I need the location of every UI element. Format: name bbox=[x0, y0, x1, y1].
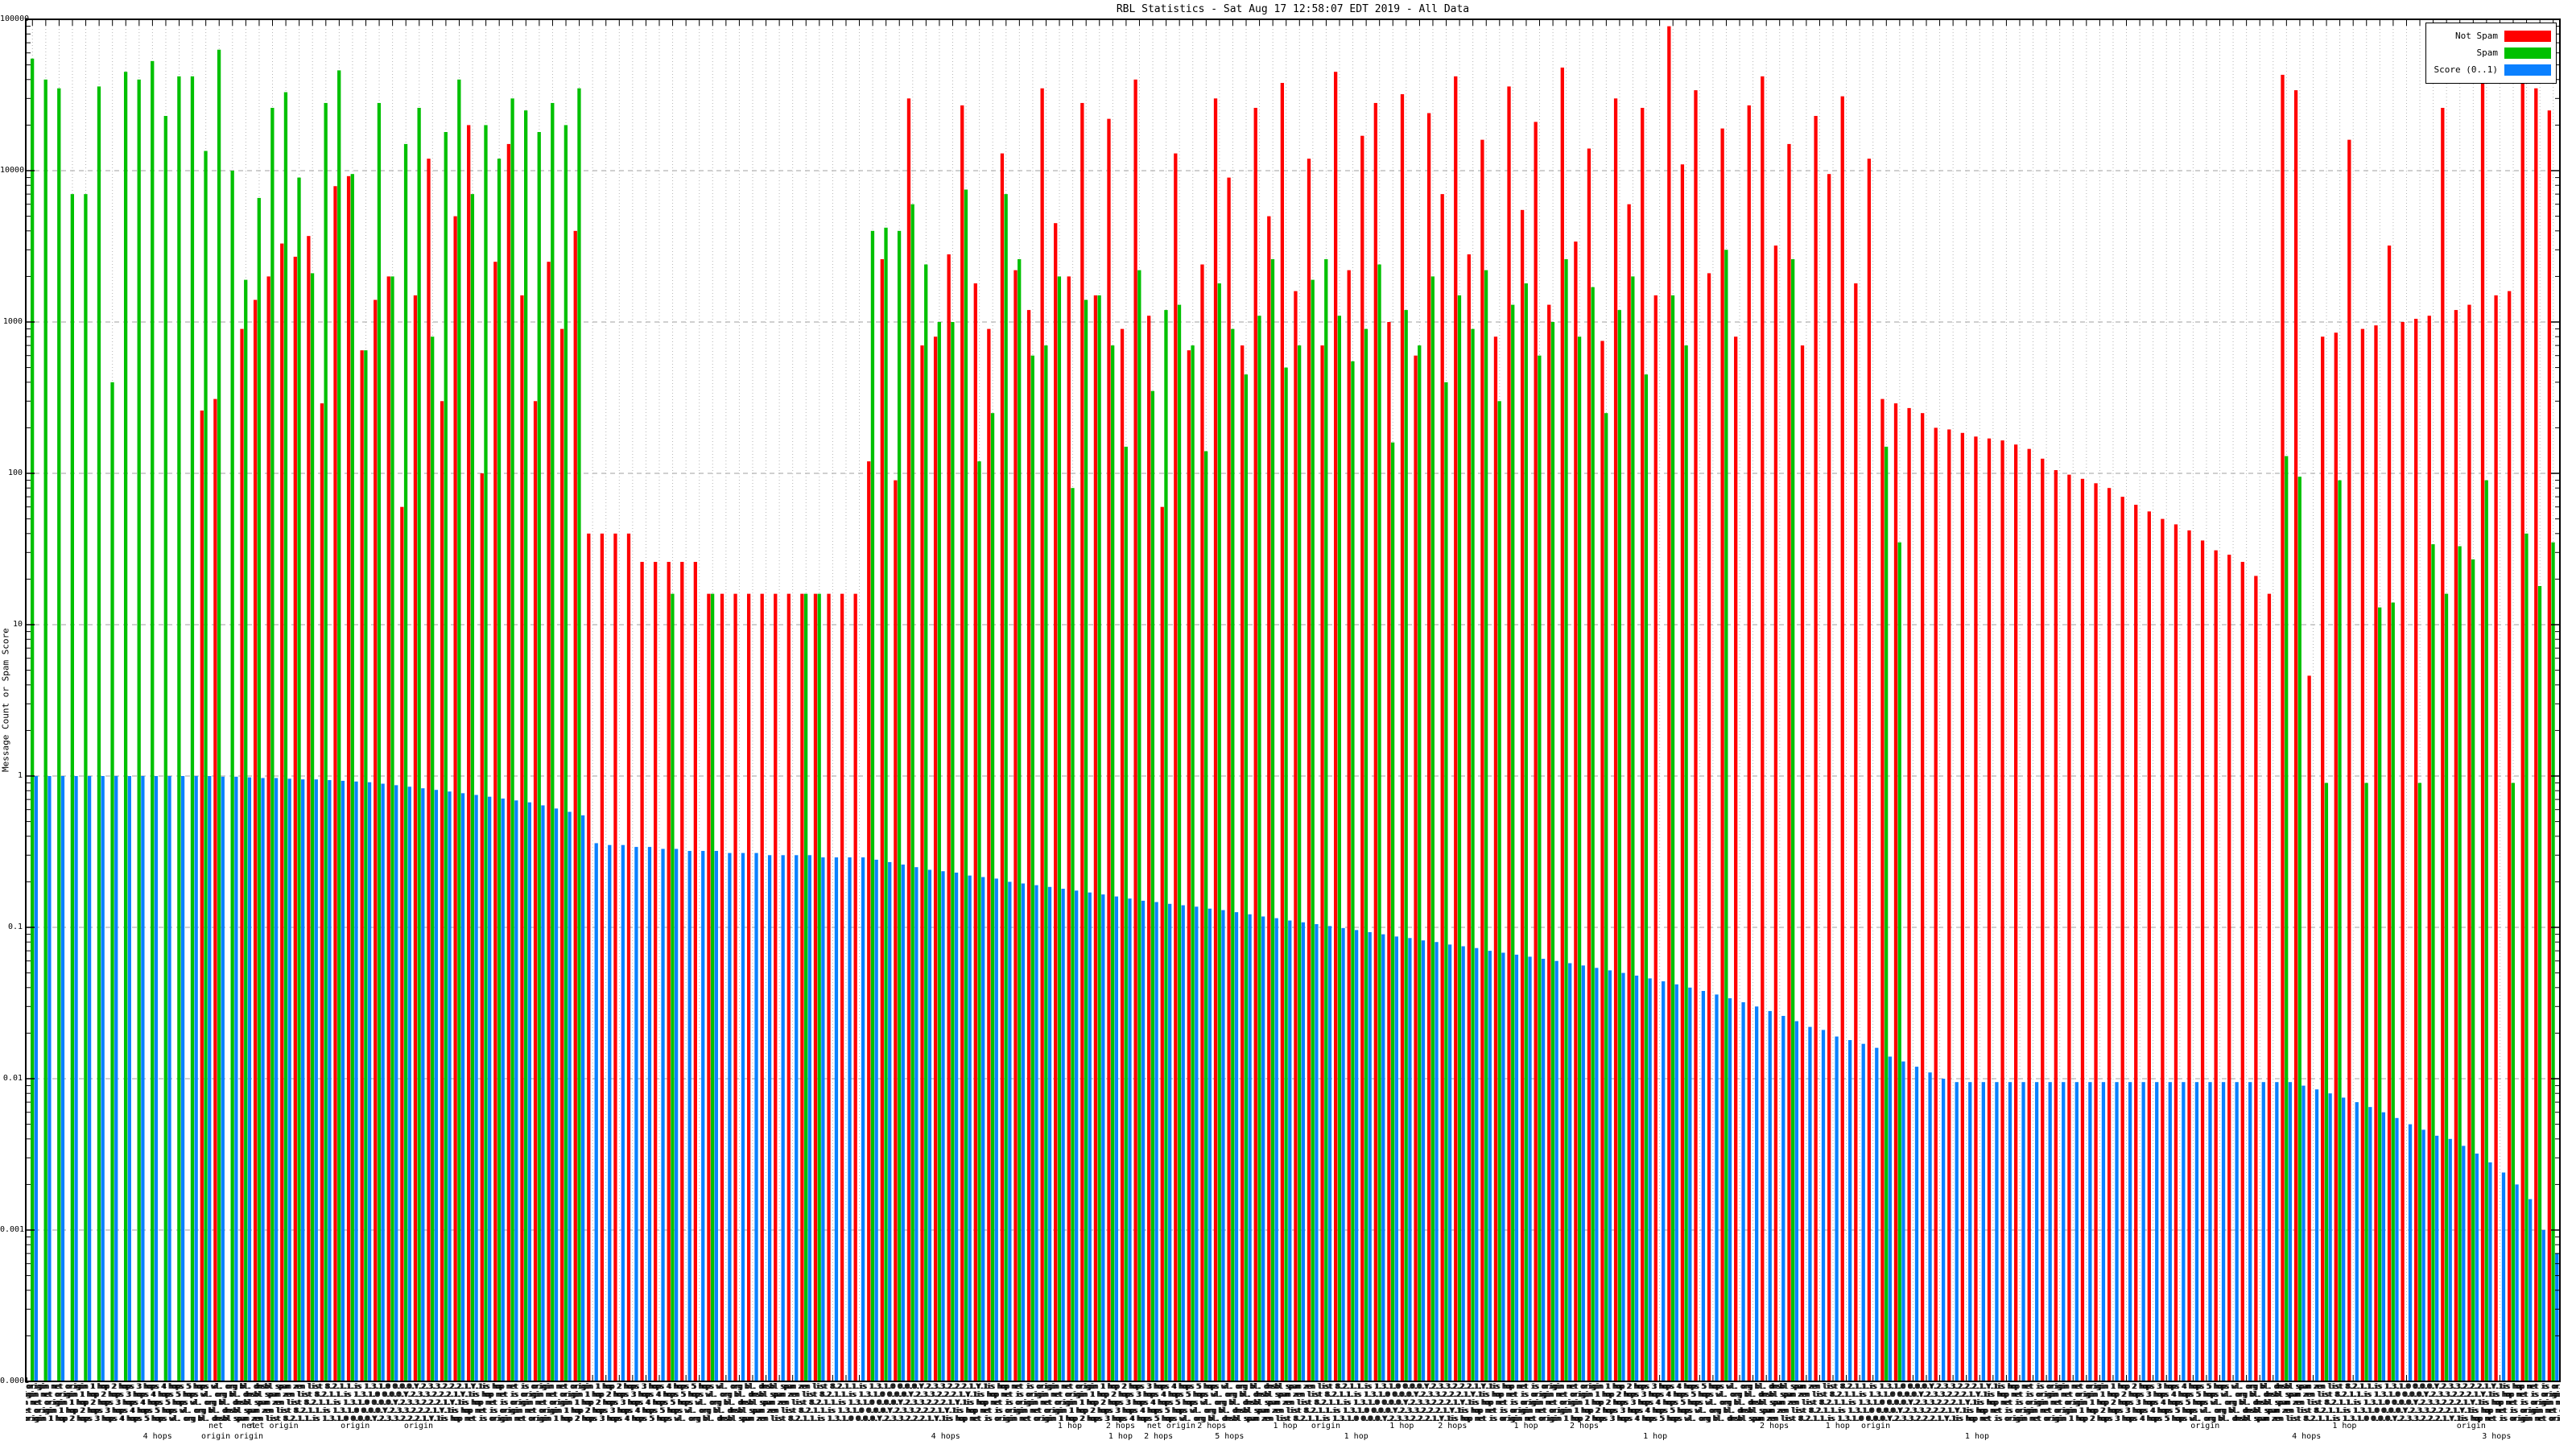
x-axis-label: 4 hops bbox=[142, 1432, 172, 1441]
y-tick-label: 1 bbox=[17, 771, 23, 780]
y-tick-label: 100 bbox=[7, 469, 23, 477]
y-tick-label: 0.0001 bbox=[0, 1377, 30, 1385]
x-label-smear-row: origin net origin 1 hop 2 hops 3 hops 4 … bbox=[26, 1399, 2560, 1407]
y-tick-label: 0.001 bbox=[0, 1225, 25, 1234]
spam-swatch bbox=[2504, 47, 2551, 59]
x-axis-label: 1 hop bbox=[1057, 1422, 1083, 1430]
x-axis-label: origin bbox=[403, 1422, 433, 1430]
y-tick-label: 0.1 bbox=[7, 923, 23, 931]
x-axis-label: origin bbox=[201, 1432, 231, 1441]
x-axis-label: origin bbox=[2190, 1422, 2220, 1430]
x-axis-labels-overlapped: origin net origin 1 hop 2 hops 3 hops 4 … bbox=[26, 1383, 2560, 1449]
legend-entry-score: Score (0..1) bbox=[2434, 61, 2551, 78]
x-axis-label: net origin bbox=[1146, 1422, 1195, 1430]
x-axis-label: 1 hop bbox=[1344, 1432, 1368, 1441]
rbl-statistics-chart: RBL Statistics - Sat Aug 17 12:58:07 EDT… bbox=[0, 0, 2576, 1449]
legend-label-score: Score (0..1) bbox=[2434, 64, 2498, 75]
x-axis-label: origin bbox=[2456, 1422, 2486, 1430]
y-tick-label: 10 bbox=[12, 620, 23, 629]
x-axis-label: 4 hops bbox=[2292, 1432, 2322, 1441]
x-axis-label: 2 hops bbox=[1144, 1432, 1174, 1441]
legend-entry-spam: Spam bbox=[2434, 44, 2551, 61]
legend: Not Spam Spam Score (0..1) bbox=[2425, 23, 2557, 84]
bar-chart-svg bbox=[25, 19, 2561, 1382]
legend-label-not-spam: Not Spam bbox=[2455, 31, 2498, 41]
x-axis-label: 2 hops bbox=[1105, 1422, 1135, 1430]
x-axis-label: 1 hop bbox=[1964, 1432, 1990, 1441]
x-axis-label: 3 hops bbox=[2482, 1432, 2512, 1441]
x-label-smear-row: origin net origin 1 hop 2 hops 3 hops 4 … bbox=[26, 1391, 2560, 1399]
x-axis-label: 2 hops bbox=[1569, 1422, 1600, 1430]
x-axis-label: 2 hops bbox=[1760, 1422, 1790, 1430]
x-axis-label: 2 hops bbox=[1197, 1422, 1227, 1430]
x-axis-label: 1 hop bbox=[1513, 1422, 1538, 1430]
y-tick-label: 0.01 bbox=[2, 1074, 23, 1083]
x-axis-label: origin bbox=[341, 1422, 370, 1430]
x-axis-label: 2 hops bbox=[1438, 1422, 1468, 1430]
x-axis-label: net bbox=[208, 1422, 224, 1430]
y-tick-label: 10000 bbox=[0, 166, 25, 175]
y-tick-label: 1000 bbox=[2, 317, 23, 326]
chart-title: RBL Statistics - Sat Aug 17 12:58:07 EDT… bbox=[1116, 3, 1470, 15]
x-axis-label: net origin bbox=[250, 1422, 299, 1430]
x-axis-label: 1 hop bbox=[1273, 1422, 1298, 1430]
x-axis-label: origin bbox=[233, 1432, 264, 1441]
x-axis-label: 1 hop bbox=[1108, 1432, 1133, 1441]
x-axis-label: 1 hop bbox=[1643, 1432, 1668, 1441]
legend-entry-not-spam: Not Spam bbox=[2434, 27, 2551, 44]
x-axis-label: 5 hops bbox=[1215, 1432, 1245, 1441]
x-axis-label: 1 hop bbox=[2332, 1422, 2357, 1430]
x-label-smear-row: origin net origin 1 hop 2 hops 3 hops 4 … bbox=[26, 1407, 2560, 1415]
x-axis-label: 1 hop bbox=[1389, 1422, 1414, 1430]
x-axis-label: 1 hop bbox=[1825, 1422, 1850, 1430]
score-swatch bbox=[2504, 64, 2551, 76]
legend-label-spam: Spam bbox=[2476, 47, 2499, 58]
x-axis-label: origin bbox=[1860, 1422, 1891, 1430]
y-tick-label: 100000 bbox=[0, 14, 30, 23]
x-axis-label: origin bbox=[1311, 1422, 1340, 1430]
x-label-smear-row: origin net origin 1 hop 2 hops 3 hops 4 … bbox=[26, 1383, 2560, 1391]
y-axis-label: Message Count or Spam Score bbox=[0, 628, 11, 773]
not-spam-swatch bbox=[2504, 30, 2551, 42]
x-axis-label: 4 hops bbox=[931, 1432, 960, 1441]
